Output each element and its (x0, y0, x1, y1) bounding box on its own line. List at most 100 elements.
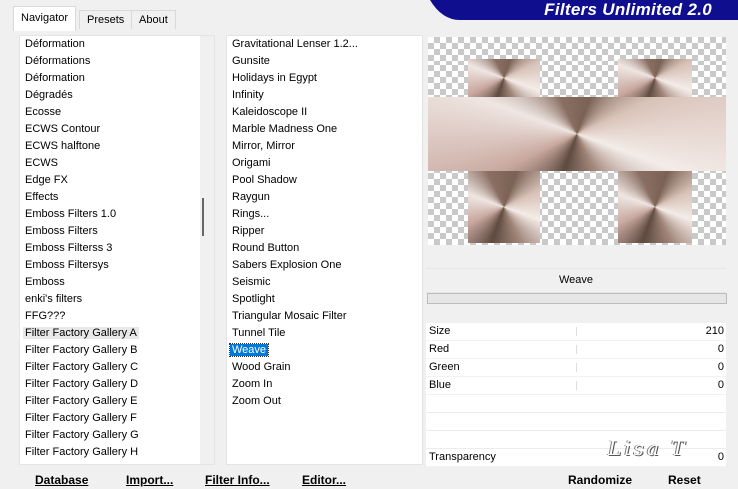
filter-list[interactable]: Gravitational Lenser 1.2... Gunsite Holida… (226, 35, 423, 465)
category-item-label: Déformation (25, 72, 85, 84)
filter-item[interactable]: Kaleidoscope II (227, 104, 422, 121)
filter-item[interactable]: Zoom Out (227, 393, 422, 410)
category-item[interactable]: Filter Factory Gallery A (20, 325, 214, 342)
param-red[interactable]: Red 0 (426, 341, 726, 359)
category-item[interactable]: Ecosse (20, 104, 214, 121)
filter-item-label: Mirror, Mirror (232, 140, 295, 152)
category-item-label: Déformations (25, 55, 91, 67)
filter-item[interactable]: Marble Madness One (227, 121, 422, 138)
tab-about[interactable]: About (131, 10, 176, 29)
filter-item-label: Ripper (232, 225, 265, 237)
category-item[interactable]: Dégradés (20, 87, 214, 104)
filter-item[interactable]: Round Button (227, 240, 422, 257)
banner: Filters Unlimited 2.0 (430, 0, 738, 20)
category-item[interactable]: Emboss (20, 274, 214, 291)
import-button[interactable]: Import... (126, 472, 173, 488)
filter-info-button[interactable]: Filter Info... (205, 472, 270, 488)
category-item-label: Filter Factory Gallery E (25, 395, 138, 407)
filter-item-label: Round Button (232, 242, 300, 254)
category-item[interactable]: Déformations (20, 53, 214, 70)
category-item-label: Filter Factory Gallery D (25, 378, 139, 390)
filter-item[interactable]: Holidays in Egypt (227, 70, 422, 87)
category-item[interactable]: Déformation (20, 70, 214, 87)
category-item[interactable]: ECWS (20, 155, 214, 172)
category-item[interactable]: FFG??? (20, 308, 214, 325)
category-item[interactable]: Filter Factory Gallery G (20, 427, 214, 444)
category-item[interactable]: Emboss Filters 1.0 (20, 206, 214, 223)
category-item-label: Ecosse (25, 106, 62, 118)
filter-item[interactable]: Gravitational Lenser 1.2... (227, 36, 422, 53)
category-item-label: enki's filters (25, 293, 83, 305)
param-blue[interactable]: Blue 0 (426, 377, 726, 395)
filter-item[interactable]: Pool Shadow (227, 172, 422, 189)
category-item[interactable]: Filter Factory Gallery E (20, 393, 214, 410)
database-button[interactable]: Database (35, 472, 88, 488)
category-item-label: Déformation (25, 38, 85, 50)
filter-item-label: Rings... (232, 208, 270, 220)
editor-button[interactable]: Editor... (302, 472, 346, 488)
category-item[interactable]: Filter Factory Gallery F (20, 410, 214, 427)
category-item-label: Filter Factory Gallery A (23, 327, 139, 339)
category-item-label: Filter Factory Gallery I (23, 463, 135, 464)
category-item[interactable]: Filter Factory Gallery I (20, 461, 214, 464)
category-item[interactable]: Filter Factory Gallery D (20, 376, 214, 393)
category-item-label: Emboss Filters 1.0 (25, 208, 117, 220)
filter-item[interactable]: Weave (227, 342, 422, 359)
filter-item[interactable]: Seismic (227, 274, 422, 291)
param-green-label: Green (429, 361, 460, 373)
category-item[interactable]: ECWS Contour (20, 121, 214, 138)
param-green[interactable]: Green 0 (426, 359, 726, 377)
category-item[interactable]: enki's filters (20, 291, 214, 308)
filter-item-label: Zoom Out (232, 395, 281, 407)
category-item[interactable]: Emboss Filtersys (20, 257, 214, 274)
category-item-label: ECWS Contour (25, 123, 101, 135)
filter-item[interactable]: Triangular Mosaic Filter (227, 308, 422, 325)
signature-watermark: Lisa T (608, 436, 688, 460)
category-item[interactable]: Filter Factory Gallery H (20, 444, 214, 461)
param-empty-2 (426, 413, 726, 431)
banner-title: Filters Unlimited 2.0 (544, 0, 712, 19)
category-item[interactable]: Emboss Filterss 3 (20, 240, 214, 257)
category-item[interactable]: Filter Factory Gallery C (20, 359, 214, 376)
reset-button[interactable]: Reset (668, 472, 701, 488)
filter-item-label: Tunnel Tile (232, 327, 286, 339)
category-item[interactable]: Filter Factory Gallery B (20, 342, 214, 359)
filter-item-label: Origami (232, 157, 271, 169)
category-item[interactable]: ECWS halftone (20, 138, 214, 155)
category-item[interactable]: Emboss Filters (20, 223, 214, 240)
category-item-label: Filter Factory Gallery C (25, 361, 139, 373)
param-size-value: 210 (705, 325, 724, 337)
filter-item-label: Triangular Mosaic Filter (232, 310, 347, 322)
filter-item[interactable]: Raygun (227, 189, 422, 206)
filter-item-label: Wood Grain (232, 361, 291, 373)
param-green-value: 0 (717, 361, 724, 373)
category-scrollbar[interactable] (200, 36, 214, 464)
filter-item[interactable]: Ripper (227, 223, 422, 240)
filter-item-label: Sabers Explosion One (232, 259, 342, 271)
category-item[interactable]: Effects (20, 189, 214, 206)
filter-item[interactable]: Infinity (227, 87, 422, 104)
filter-item[interactable]: Spotlight (227, 291, 422, 308)
filter-item[interactable]: Gunsite (227, 53, 422, 70)
filter-item[interactable]: Wood Grain (227, 359, 422, 376)
filter-item[interactable]: Tunnel Tile (227, 325, 422, 342)
category-item-label: Emboss Filtersys (25, 259, 109, 271)
param-blue-label: Blue (429, 379, 452, 391)
filter-item[interactable]: Mirror, Mirror (227, 138, 422, 155)
filter-item-label: Pool Shadow (232, 174, 297, 186)
filter-item[interactable]: Rings... (227, 206, 422, 223)
filter-item[interactable]: Origami (227, 155, 422, 172)
category-item[interactable]: Edge FX (20, 172, 214, 189)
param-size[interactable]: Size 210 (426, 323, 726, 341)
tab-presets[interactable]: Presets (79, 10, 133, 29)
category-scroll-thumb[interactable] (202, 198, 204, 236)
filter-item-label: Kaleidoscope II (232, 106, 308, 118)
category-item[interactable]: Déformation (20, 36, 214, 53)
category-list[interactable]: Déformation Déformations Déformation Dégrad… (19, 35, 215, 465)
randomize-button[interactable]: Randomize (568, 472, 632, 488)
filter-item[interactable]: Zoom In (227, 376, 422, 393)
tab-navigator[interactable]: Navigator (13, 6, 77, 31)
filter-item[interactable]: Sabers Explosion One (227, 257, 422, 274)
param-red-label: Red (429, 343, 450, 355)
param-empty-1 (426, 395, 726, 413)
